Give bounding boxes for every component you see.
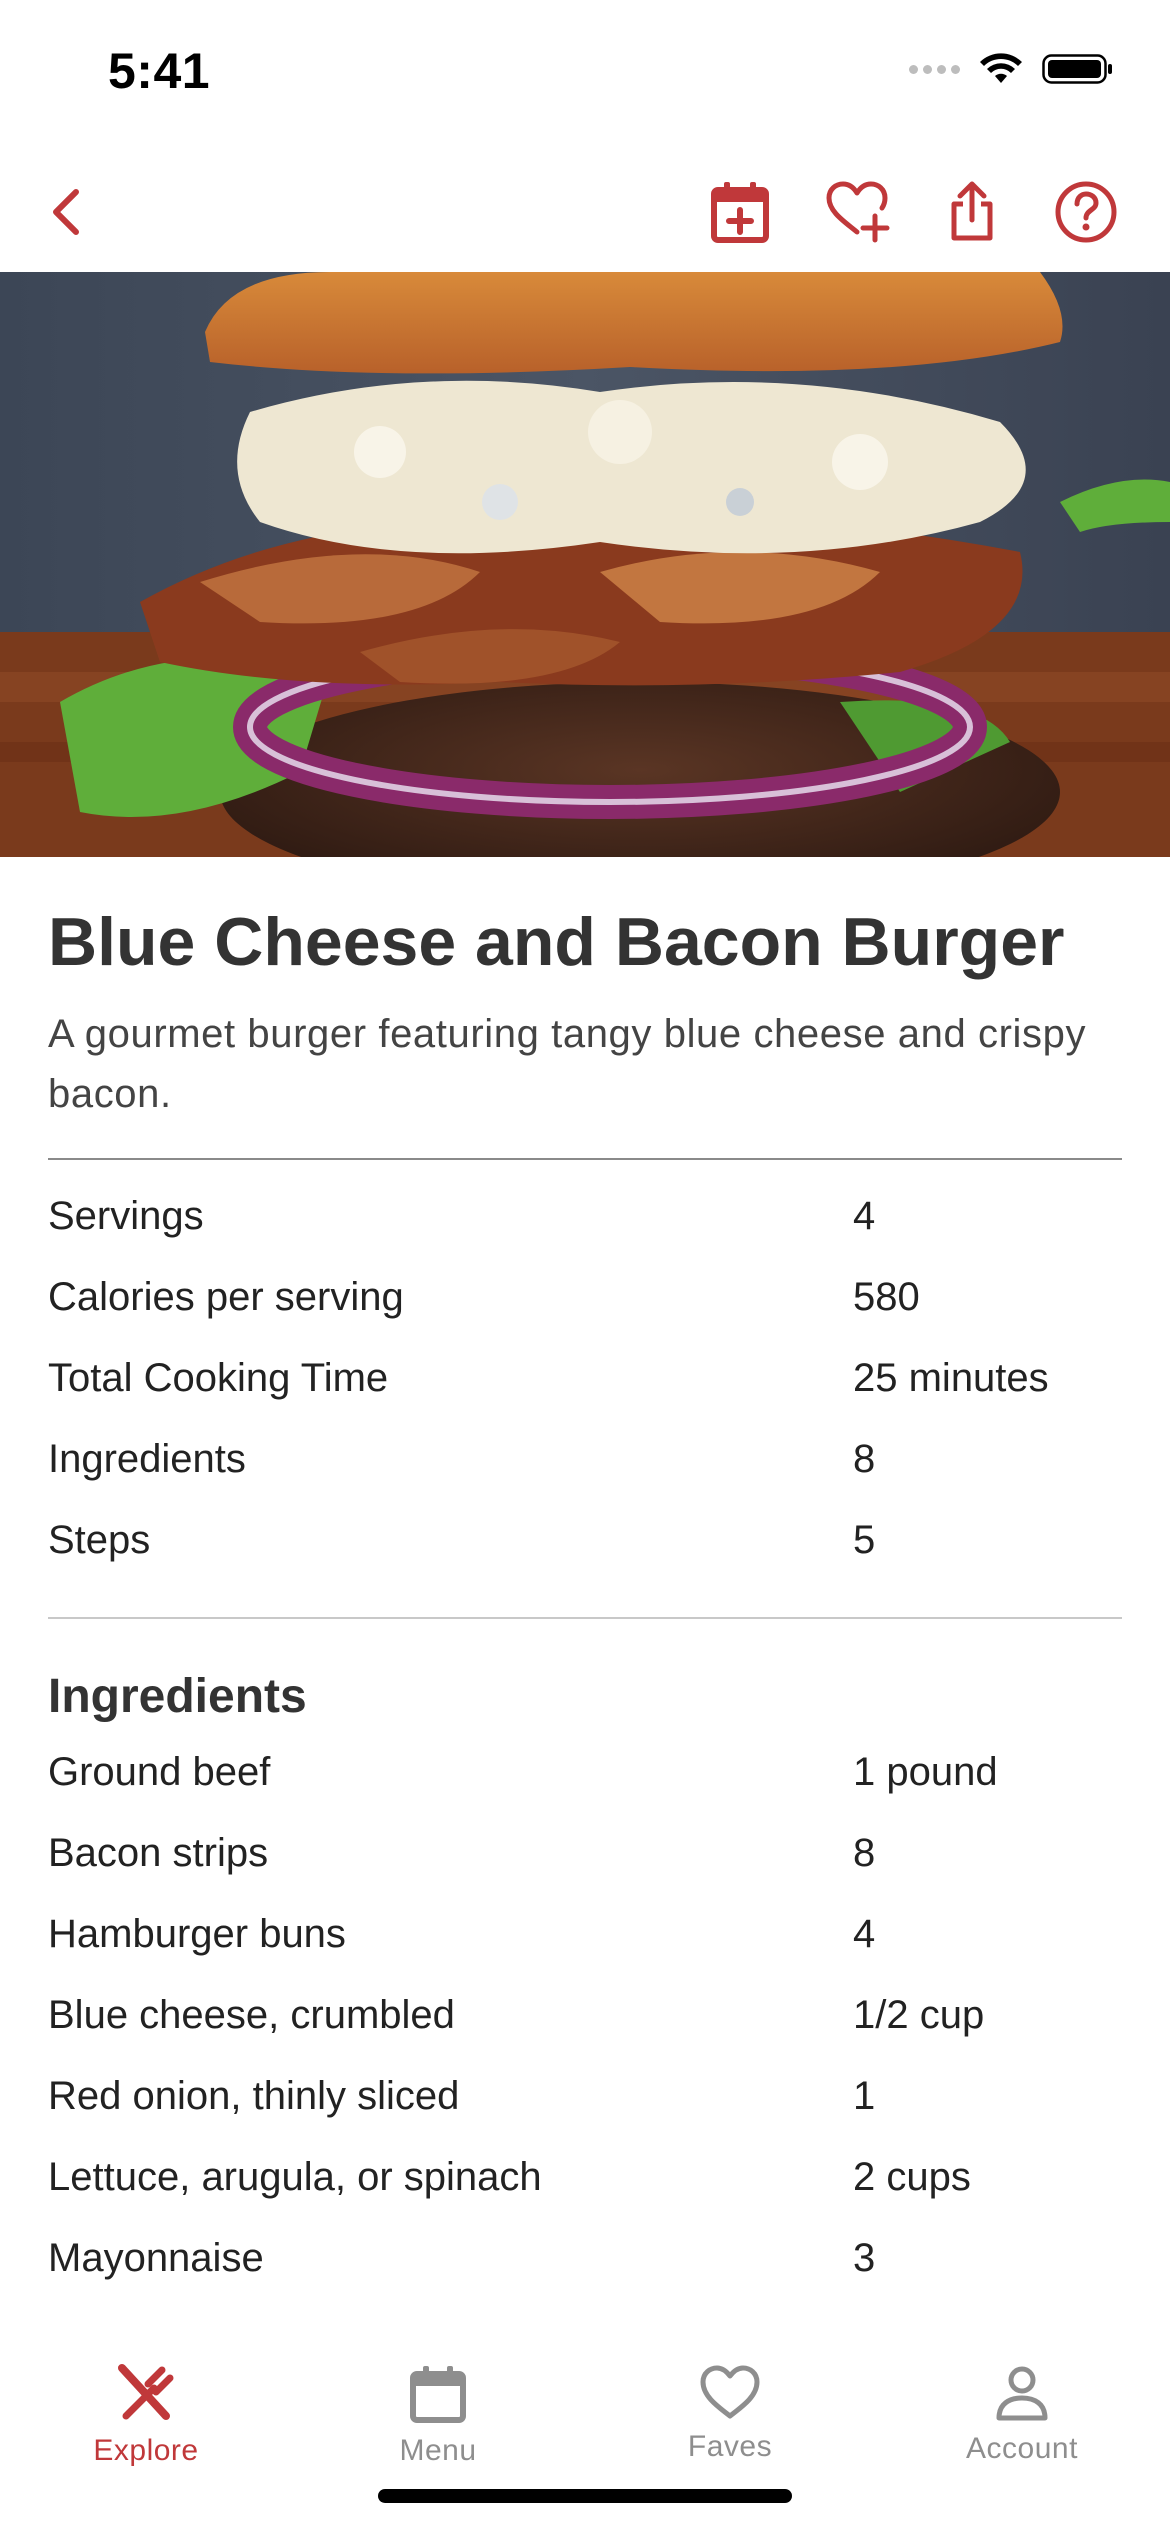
add-to-faves-button[interactable] (818, 172, 898, 252)
help-icon (1055, 181, 1117, 243)
heart-icon (700, 2365, 760, 2419)
calendar-add-icon (711, 182, 769, 243)
fork-knife-icon (118, 2364, 174, 2420)
ingredients-heading: Ingredients (48, 1669, 307, 1723)
stat-row-cooking-time: Total Cooking Time 25 minutes (48, 1338, 1122, 1419)
ingredient-name: Blue cheese, crumbled (48, 1992, 455, 2037)
help-button[interactable] (1046, 172, 1126, 252)
ingredient-amount: 1 (853, 2073, 876, 2118)
recipe-stats: Servings 4 Calories per serving 580 Tota… (48, 1176, 1122, 1581)
tab-label: Menu (399, 2434, 477, 2467)
ingredient-row: Ground beef 1 pound (48, 1732, 1122, 1813)
tab-label: Explore (93, 2434, 199, 2467)
tab-explore[interactable]: Explore (36, 2364, 256, 2468)
navigation-bar (0, 150, 1170, 272)
calendar-icon (410, 2366, 466, 2423)
recipe-details: Blue Cheese and Bacon Burger A gourmet b… (48, 857, 1122, 2304)
tab-label: Account (966, 2432, 1078, 2465)
status-indicators (909, 52, 1114, 86)
stat-value: 580 (853, 1274, 920, 1319)
stat-row-servings: Servings 4 (48, 1176, 1122, 1257)
ingredient-name: Mayonnaise (48, 2235, 264, 2280)
ingredient-amount: 3 (853, 2235, 876, 2280)
battery-icon (1042, 54, 1112, 84)
ingredient-name: Ground beef (48, 1749, 271, 1794)
ingredient-name: Hamburger buns (48, 1911, 346, 1956)
ingredient-row: Blue cheese, crumbled 1/2 cup (48, 1975, 1122, 2056)
stat-row-calories: Calories per serving 580 (48, 1257, 1122, 1338)
back-chevron-icon (53, 189, 79, 235)
ingredient-name: Lettuce, arugula, or spinach (48, 2154, 542, 2199)
ingredient-row: Bacon strips 8 (48, 1813, 1122, 1894)
ingredient-row: Red onion, thinly sliced 1 (48, 2056, 1122, 2137)
divider (48, 1616, 1122, 1619)
add-to-menu-button[interactable] (700, 172, 780, 252)
back-button[interactable] (26, 172, 106, 252)
wifi-icon (980, 53, 1022, 83)
divider (48, 1157, 1122, 1160)
recipe-description: A gourmet burger featuring tangy blue ch… (48, 1011, 1087, 1116)
ingredient-name: Red onion, thinly sliced (48, 2073, 460, 2118)
stat-row-steps: Steps 5 (48, 1500, 1122, 1581)
burger-photo (0, 272, 1170, 857)
stat-label: Steps (48, 1517, 151, 1562)
stat-row-ingredients: Ingredients 8 (48, 1419, 1122, 1500)
stat-label: Servings (48, 1193, 204, 1238)
status-time: 5:41 (108, 43, 211, 99)
ingredient-row: Lettuce, arugula, or spinach 2 cups (48, 2137, 1122, 2218)
ingredient-amount: 8 (853, 1830, 876, 1875)
stat-value: 5 (853, 1517, 876, 1562)
ingredient-row: Hamburger buns 4 (48, 1894, 1122, 1975)
home-indicator (378, 2489, 792, 2503)
share-button[interactable] (932, 172, 1012, 252)
stat-label: Ingredients (48, 1436, 246, 1481)
recipe-title: Blue Cheese and Bacon Burger (48, 904, 1065, 980)
stat-label: Calories per serving (48, 1274, 404, 1319)
ingredient-row: Mayonnaise 3 (48, 2218, 1122, 2299)
tab-menu[interactable]: Menu (328, 2364, 548, 2468)
ingredients-list: Ground beef 1 pound Bacon strips 8 Hambu… (48, 1732, 1122, 2299)
recipe-hero-image (0, 272, 1170, 857)
stat-value: 4 (853, 1193, 876, 1238)
share-icon (951, 181, 993, 241)
ingredient-amount: 1/2 cup (853, 1992, 985, 2037)
heart-add-icon (826, 181, 890, 243)
status-bar: 5:41 (0, 0, 1170, 150)
person-icon (996, 2366, 1048, 2421)
cellular-signal-icon (909, 64, 960, 74)
stat-value: 8 (853, 1436, 876, 1481)
ingredient-amount: 4 (853, 1911, 876, 1956)
ingredient-amount: 1 pound (853, 1749, 998, 1794)
tab-label: Faves (687, 2430, 773, 2463)
stat-label: Total Cooking Time (48, 1355, 389, 1400)
stat-value: 25 minutes (853, 1355, 1049, 1400)
tab-faves[interactable]: Faves (620, 2364, 840, 2464)
tab-account[interactable]: Account (912, 2364, 1132, 2466)
ingredient-amount: 2 cups (853, 2154, 971, 2199)
ingredient-name: Bacon strips (48, 1830, 269, 1875)
